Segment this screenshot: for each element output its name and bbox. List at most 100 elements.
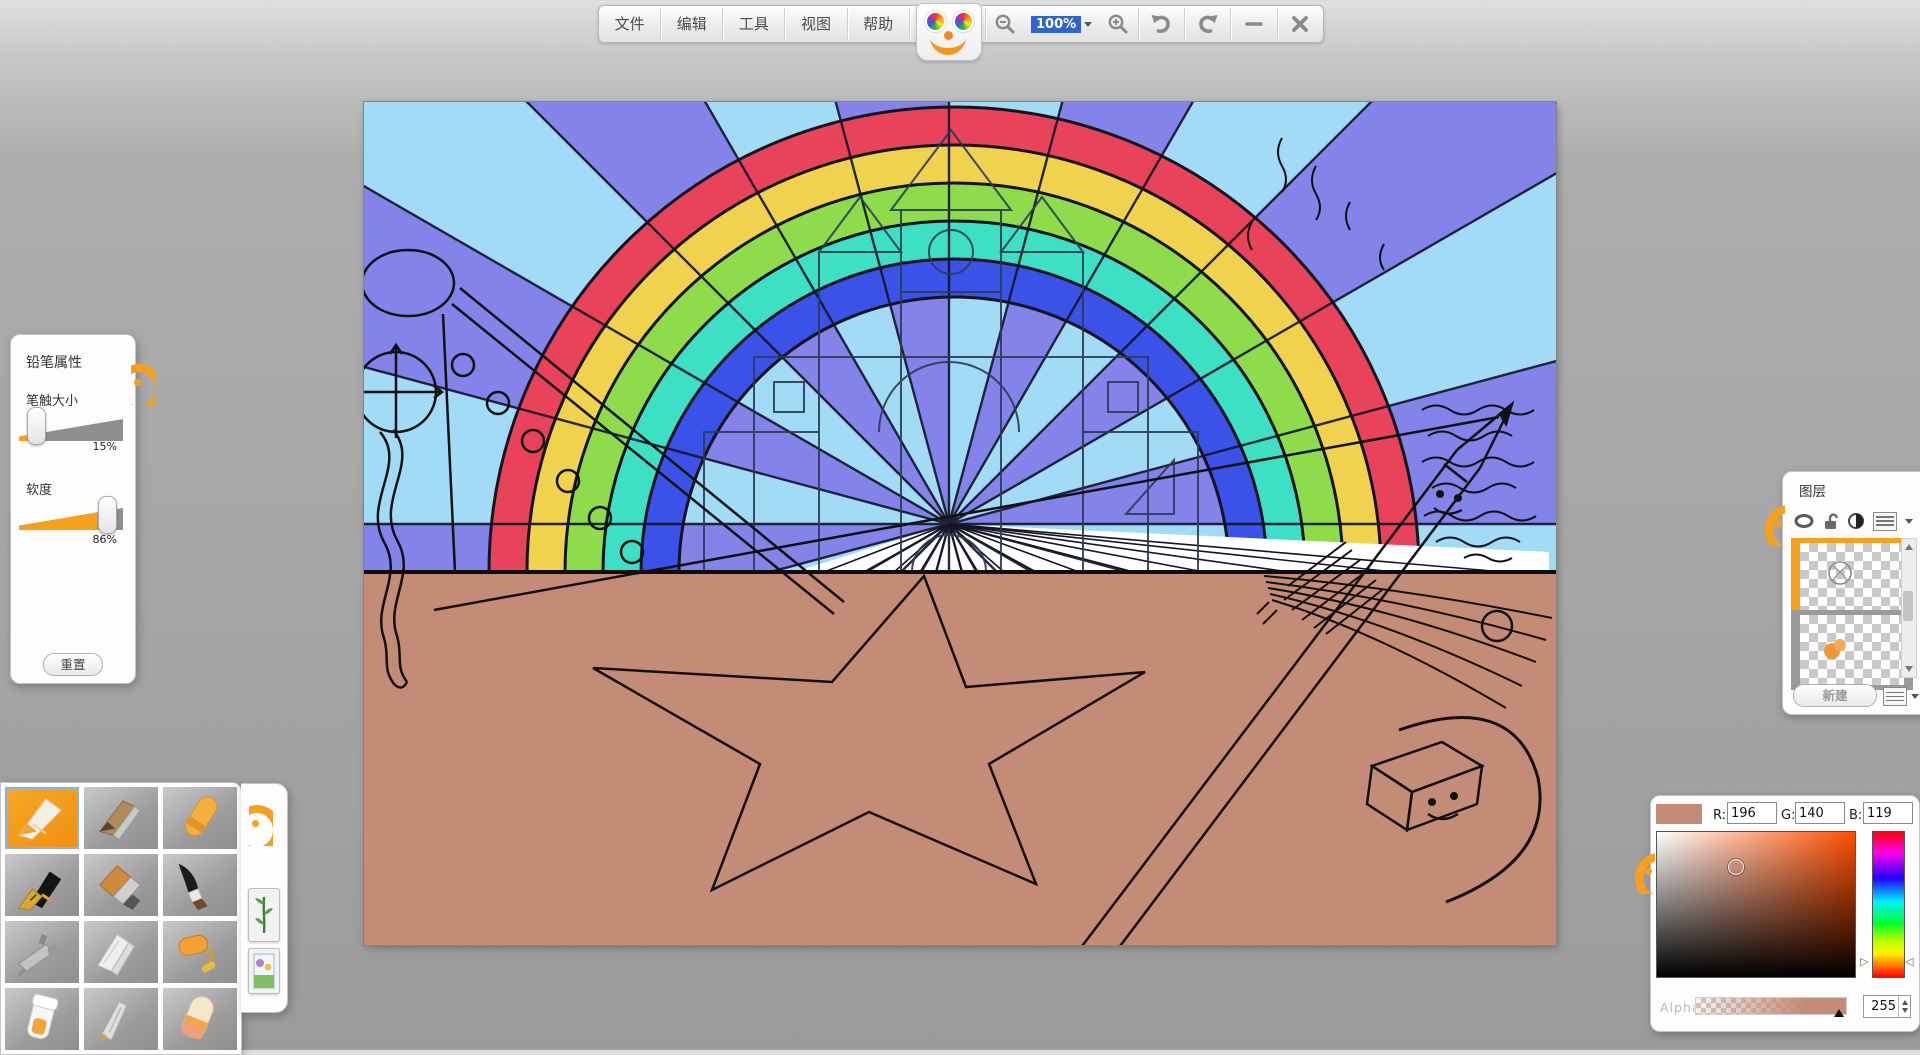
zoom-level-control[interactable]: 100% [1025,6,1098,42]
tool-flat-brush[interactable] [84,854,158,916]
menu-help[interactable]: 帮助 [848,6,909,42]
close-button[interactable] [1278,6,1323,42]
bamboo-stamp-button[interactable] [248,888,280,942]
new-layer-button[interactable]: 新建 [1793,684,1877,707]
layers-panel: 图层 新建 [1782,471,1920,715]
zoom-in-button[interactable] [1098,6,1137,42]
brush-size-slider-handle[interactable] [27,407,46,445]
drawing-canvas[interactable] [364,102,1556,945]
liner-pen-icon [90,994,152,1044]
tool-paint-tube[interactable] [5,988,79,1050]
minimize-button[interactable] [1231,6,1276,42]
layers-grab-handle[interactable] [1761,500,1785,546]
green-input[interactable] [1795,802,1845,824]
clown-face-icon [916,3,982,61]
clown-left-eye-icon [925,11,946,32]
tool-palette-knife[interactable] [84,921,158,983]
palette-side-strip [241,783,288,1013]
layer-thumbnail-1[interactable] [1791,538,1913,618]
pencil-icon [11,793,73,843]
layers-panel-title: 图层 [1799,480,1826,500]
crayon-icon [169,793,231,843]
redo-button[interactable] [1185,6,1230,42]
pencil-properties-panel: 铅笔属性 笔触大小 15% 软度 86% 重置 [10,334,136,684]
clown-right-eye-icon [953,11,974,32]
menu-file[interactable]: 文件 [599,6,660,42]
picture-stamp-button[interactable] [248,948,280,994]
menu-view[interactable]: 视图 [785,6,846,42]
blue-input[interactable] [1863,802,1913,824]
tool-pencil[interactable] [5,787,79,849]
tool-liner-pen[interactable] [84,988,158,1050]
mascot-button[interactable] [910,6,985,42]
zoom-value[interactable]: 100% [1031,16,1081,33]
red-input[interactable] [1727,802,1777,824]
saturation-value-field[interactable] [1656,831,1856,978]
close-icon [1289,13,1311,35]
alpha-slider[interactable] [1695,997,1847,1015]
color-panel-grab-handle[interactable] [1631,848,1655,894]
main-toolbar: 文件 编辑 工具 视图 帮助 100% [598,5,1324,43]
layer-thumbnail-2[interactable] [1791,610,1913,690]
blue-label: B: [1849,808,1862,823]
tool-fountain-pen[interactable] [5,854,79,916]
scroll-down-icon[interactable] [1905,666,1913,672]
palette-grab-handle[interactable] [249,800,273,846]
current-color-swatch [1656,804,1702,824]
green-label: G: [1781,808,1795,823]
paint-roller-icon [169,927,231,977]
panel-grab-handle[interactable] [131,359,155,405]
airbrush-icon [11,927,73,977]
panel-title: 铅笔属性 [26,352,82,372]
picture-stamp-icon [253,953,275,989]
hue-marker-left-icon[interactable]: ▷ [1860,956,1868,967]
chevron-down-icon[interactable] [1911,694,1919,699]
layer-menu-icon[interactable] [1873,512,1897,531]
color-picker-panel: R: G: B: ▷ ◁ Alpha [1650,795,1920,1032]
tool-sketch-pencil[interactable] [84,787,158,849]
softness-slider[interactable] [19,496,123,534]
hue-marker-right-icon[interactable]: ◁ [1905,956,1913,967]
menu-tools[interactable]: 工具 [723,6,784,42]
scrollbar-thumb[interactable] [1903,591,1913,621]
tool-paint-roller[interactable] [163,921,237,983]
layer2-blob-content [1800,615,1886,673]
alpha-input[interactable] [1864,996,1898,1017]
spinner-up-icon[interactable] [1902,1000,1908,1005]
eraser-icon [169,994,231,1044]
visibility-eye-icon[interactable] [1793,513,1815,529]
menu-edit[interactable]: 编辑 [661,6,722,42]
ground-fill [364,572,1556,945]
reset-button[interactable]: 重置 [43,653,103,676]
clown-smile-icon [930,32,966,55]
bamboo-stamp-icon [253,893,275,937]
softness-value: 86% [93,533,117,546]
alpha-marker-icon[interactable] [1834,1009,1844,1017]
brush-size-value: 15% [93,440,117,453]
ink-brush-icon [169,860,231,910]
scroll-up-icon[interactable] [1905,544,1913,550]
tool-crayon[interactable] [163,787,237,849]
fountain-pen-icon [11,860,73,910]
tool-airbrush[interactable] [5,921,79,983]
undo-button[interactable] [1139,6,1184,42]
layers-options-icon[interactable] [1883,687,1907,706]
layers-scrollbar[interactable] [1901,538,1917,678]
lock-open-icon[interactable] [1823,512,1839,530]
zoom-out-button[interactable] [986,6,1025,42]
softness-slider-handle[interactable] [98,496,117,534]
chevron-down-icon[interactable] [1905,519,1913,524]
red-label: R: [1713,808,1726,823]
redo-arrow-icon [1196,12,1220,36]
palette-knife-icon [90,927,152,977]
hue-slider[interactable] [1872,831,1905,978]
tool-ink-brush[interactable] [163,854,237,916]
spinner-down-icon[interactable] [1902,1008,1908,1013]
contrast-icon[interactable] [1847,512,1865,530]
color-field-marker[interactable] [1728,859,1744,875]
layer1-sketch-content [1800,543,1886,603]
paint-tube-icon [11,994,73,1044]
chevron-down-icon[interactable] [1084,22,1092,27]
tool-eraser[interactable] [163,988,237,1050]
undo-arrow-icon [1149,12,1173,36]
